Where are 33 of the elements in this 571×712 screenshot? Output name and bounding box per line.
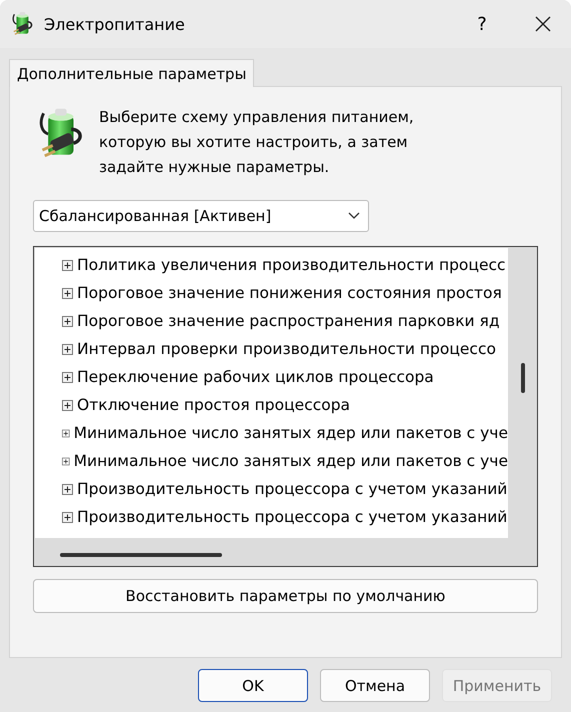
expand-icon[interactable] [62, 456, 70, 466]
help-button[interactable]: ? [459, 14, 505, 34]
tree-item[interactable]: Минимальное число занятых ядер или пакетов с уче [74, 424, 508, 442]
dialog-button[interactable]: OK [198, 669, 308, 702]
tree-item[interactable]: Политика увеличения производительности процесс [77, 256, 506, 274]
window-title: Электропитание [44, 14, 186, 34]
dialog-button[interactable]: Отмена [320, 669, 430, 702]
scheme-dropdown[interactable]: Сбалансированная [Активен] [33, 200, 369, 232]
tree-item[interactable]: Интервал проверки производительности процессо [77, 340, 496, 358]
scrollbar-thumb[interactable] [521, 363, 525, 393]
tree-item[interactable]: Пороговое значение понижения состояния простоя [77, 284, 502, 302]
expand-icon[interactable] [62, 484, 73, 494]
tree-item[interactable]: Производительность процессора с учетом указаний [77, 508, 508, 526]
tree-item[interactable]: Производительность процессора с учетом указаний [77, 480, 508, 498]
app-icon [12, 11, 34, 37]
expand-icon[interactable] [62, 316, 73, 326]
expand-icon[interactable] [62, 512, 73, 522]
expand-icon[interactable] [62, 428, 70, 438]
expand-icon[interactable] [62, 372, 73, 382]
expand-icon[interactable] [62, 260, 73, 270]
expand-icon[interactable] [62, 288, 73, 298]
description-text: Выберите схему управления питанием, которую вы хотите настроить, а затем задайте нужные параметры. [99, 107, 415, 178]
close-icon[interactable] [535, 16, 551, 32]
tree-item[interactable]: Пороговое значение распространения парковки яд [77, 312, 500, 330]
tree-item[interactable]: Минимальное число занятых ядер или пакетов с уче [74, 452, 508, 470]
expand-icon[interactable] [62, 344, 73, 354]
tab[interactable]: Дополнительные параметры [9, 59, 254, 87]
restore-defaults-button[interactable]: Восстановить параметры по умолчанию [33, 579, 538, 613]
expand-icon[interactable] [62, 400, 73, 410]
scrollbar-thumb[interactable] [60, 553, 222, 557]
tree-item[interactable]: Переключение рабочих циклов процессора [77, 368, 434, 386]
tree-item[interactable]: Отключение простоя процессора [77, 396, 350, 414]
chevron-down-icon[interactable] [348, 212, 360, 220]
